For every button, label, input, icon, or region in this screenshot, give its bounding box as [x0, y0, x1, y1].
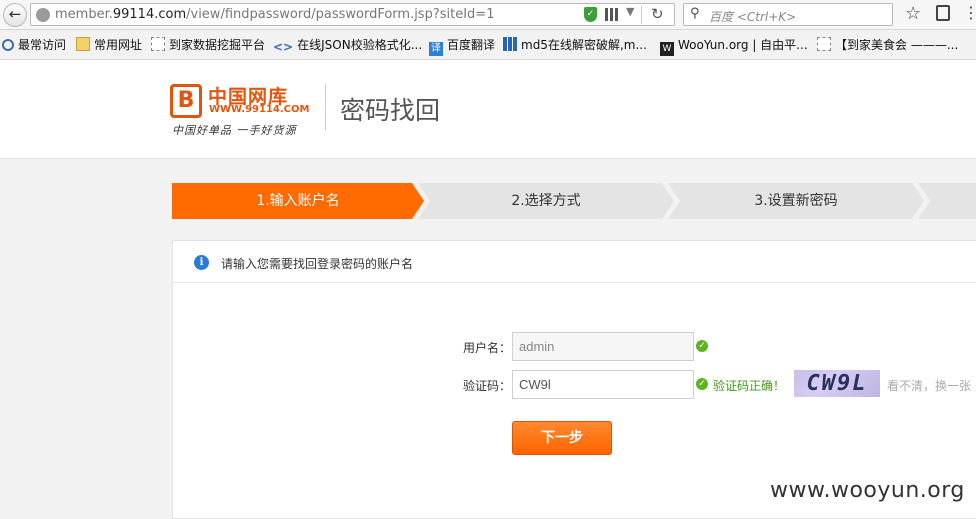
- search-input[interactable]: ⚲ 百度 <Ctrl+K>: [683, 3, 893, 26]
- address-bar[interactable]: member.99114.com/view/findpassword/passw…: [30, 3, 675, 26]
- search-icon: [2, 39, 14, 51]
- back-button[interactable]: ←: [3, 3, 27, 27]
- search-placeholder: 百度 <Ctrl+K>: [709, 10, 797, 24]
- qr-code-icon[interactable]: [605, 8, 618, 21]
- page-icon: [151, 37, 165, 51]
- bookmark-item[interactable]: <> 在线JSON校验格式化...: [273, 37, 422, 54]
- header-divider: [325, 84, 326, 130]
- bookmark-item[interactable]: 到家数据挖掘平台: [151, 37, 265, 53]
- url-separator: [641, 6, 642, 24]
- more-icon[interactable]: ⋮: [963, 3, 976, 22]
- folder-icon: [76, 37, 90, 51]
- bookmark-item[interactable]: W WooYun.org | 自由平...: [660, 37, 808, 56]
- url-text: member.99114.com/view/findpassword/passw…: [55, 7, 495, 22]
- globe-icon: [36, 8, 50, 22]
- next-button[interactable]: 下一步: [512, 421, 612, 455]
- captcha-label: 验证码：: [462, 379, 511, 393]
- bookmark-item[interactable]: 最常访问: [2, 37, 66, 53]
- step-set-password: 3.设置新密码: [668, 183, 924, 219]
- captcha-image[interactable]: CW9L: [794, 370, 880, 397]
- page-icon: [817, 37, 831, 51]
- notice-text: 请输入您需要找回登录密码的账户名: [221, 257, 414, 271]
- bookmark-item[interactable]: 【到家美食会 ———...: [817, 37, 958, 53]
- wooyun-icon: W: [660, 42, 674, 56]
- info-icon: i: [194, 255, 209, 270]
- json-icon: <>: [273, 40, 294, 54]
- check-icon: ✓: [696, 340, 708, 352]
- site-header: B 中国网库 WWW.99114.COM 中国好单品 一手好货源 密码找回: [0, 60, 976, 159]
- translate-icon: 译: [429, 42, 443, 56]
- logo-url: WWW.99114.COM: [209, 104, 310, 115]
- chevron-down-icon[interactable]: ▼: [626, 5, 634, 18]
- arrow-left-icon: ←: [8, 5, 22, 23]
- grid-icon: [503, 37, 517, 51]
- watermark: www.wooyun.org: [770, 478, 965, 503]
- progress-steps: 1.输入账户名 2.选择方式 3.设置新密码: [172, 183, 976, 219]
- notice-bar: i 请输入您需要找回登录密码的账户名: [173, 241, 976, 283]
- captcha-ok-text: 验证码正确！: [713, 379, 786, 393]
- logo-b-icon: B: [170, 84, 202, 118]
- refresh-captcha-link[interactable]: 看不清，换一张: [887, 377, 971, 394]
- bookmark-item[interactable]: 常用网址: [76, 37, 142, 53]
- reload-icon[interactable]: ↻: [651, 5, 664, 23]
- step-enter-account: 1.输入账户名: [172, 183, 424, 219]
- shield-icon[interactable]: ✓: [584, 7, 597, 22]
- username-input[interactable]: admin: [512, 332, 694, 361]
- search-icon: ⚲: [690, 6, 700, 21]
- browser-toolbar: ← member.99114.com/view/findpassword/pas…: [0, 0, 976, 30]
- bookmark-item[interactable]: md5在线解密破解,m...: [503, 37, 647, 53]
- step-choose-method: 2.选择方式: [418, 183, 674, 219]
- username-label: 用户名：: [462, 341, 511, 355]
- clipboard-icon[interactable]: [936, 5, 950, 21]
- bookmark-item[interactable]: 译百度翻译: [429, 37, 495, 56]
- page-title: 密码找回: [340, 96, 441, 125]
- captcha-input[interactable]: CW9l: [512, 370, 694, 399]
- check-icon: ✓: [696, 378, 708, 390]
- bookmarks-bar: 最常访问 常用网址 到家数据挖掘平台 <> 在线JSON校验格式化... 译百度翻…: [0, 30, 976, 60]
- bookmark-star-icon[interactable]: ☆: [905, 3, 921, 24]
- logo-slogan: 中国好单品 一手好货源: [172, 124, 297, 137]
- step-finish: [918, 183, 976, 219]
- site-logo[interactable]: B 中国网库 WWW.99114.COM 中国好单品 一手好货源: [170, 82, 310, 138]
